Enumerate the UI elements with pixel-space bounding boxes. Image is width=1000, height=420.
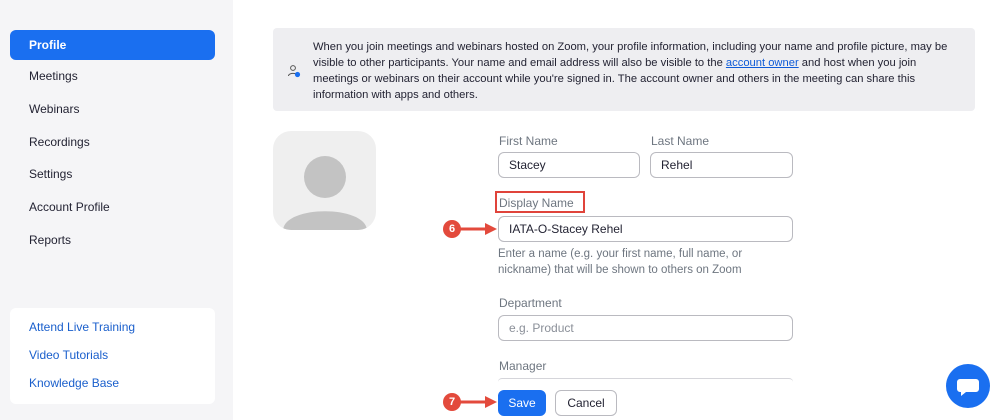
last-name-field[interactable]: Rehel	[650, 152, 793, 178]
chat-support-button[interactable]	[946, 364, 990, 408]
manager-field[interactable]	[498, 378, 793, 382]
help-links-panel: Attend Live Training Video Tutorials Kno…	[10, 308, 215, 404]
sidebar: Profile Meetings Webinars Recordings Set…	[0, 0, 233, 420]
sidebar-item-account-profile[interactable]: Account Profile	[10, 192, 215, 222]
knowledge-base-link[interactable]: Knowledge Base	[29, 376, 119, 390]
step-7-arrow-icon	[459, 396, 497, 408]
sidebar-item-webinars[interactable]: Webinars	[10, 94, 215, 124]
last-name-label: Last Name	[651, 134, 710, 148]
manager-label: Manager	[499, 359, 547, 373]
user-privacy-icon	[288, 65, 301, 78]
save-button[interactable]: Save	[498, 390, 546, 416]
display-name-label: Display Name	[499, 196, 574, 210]
display-name-field[interactable]: IATA-O-Stacey Rehel	[498, 216, 793, 242]
sidebar-item-meetings[interactable]: Meetings	[10, 61, 215, 91]
sidebar-item-settings[interactable]: Settings	[10, 159, 215, 189]
privacy-notice-text: When you join meetings and webinars host…	[313, 41, 948, 101]
profile-avatar[interactable]	[273, 131, 376, 230]
first-name-field[interactable]: Stacey	[498, 152, 640, 178]
default-avatar-icon	[283, 156, 367, 230]
step-6-arrow-icon	[459, 223, 497, 235]
sidebar-item-profile[interactable]: Profile	[10, 30, 215, 60]
chat-bubble-icon	[957, 379, 979, 396]
department-field[interactable]: e.g. Product	[498, 315, 793, 341]
sidebar-item-recordings[interactable]: Recordings	[10, 127, 215, 157]
first-name-label: First Name	[499, 134, 558, 148]
attend-live-training-link[interactable]: Attend Live Training	[29, 320, 135, 334]
privacy-notice: When you join meetings and webinars host…	[273, 28, 975, 111]
cancel-button[interactable]: Cancel	[555, 390, 617, 416]
display-name-hint: Enter a name (e.g. your first name, full…	[498, 248, 743, 276]
sidebar-item-reports[interactable]: Reports	[10, 225, 215, 255]
account-owner-link[interactable]: account owner	[726, 57, 799, 69]
department-label: Department	[499, 296, 562, 310]
video-tutorials-link[interactable]: Video Tutorials	[29, 348, 108, 362]
